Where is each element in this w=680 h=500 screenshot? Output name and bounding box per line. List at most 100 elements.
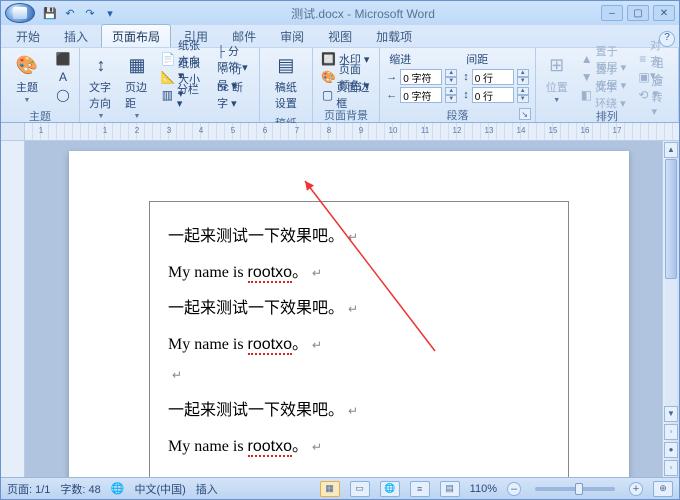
scroll-track[interactable]	[665, 159, 677, 405]
horizontal-ruler[interactable]: 11234567891011121314151617	[1, 123, 679, 141]
zoom-level[interactable]: 110%	[470, 483, 497, 495]
qat-more-icon[interactable]: ▾	[101, 4, 119, 22]
group-paragraph: 缩进 →▲▼ ←▲▼ 间距 ↕▲▼ ↕▲▼ 段落↘	[380, 48, 536, 122]
view-web-button[interactable]: 🌐	[380, 481, 400, 497]
status-lang[interactable]: 中文(中国)	[134, 481, 185, 497]
paper-icon: ▤	[274, 53, 298, 77]
ruler-corner[interactable]	[1, 123, 25, 140]
statusbar: 页面: 1/1 字数: 48 🌐 中文(中国) 插入 ▦ ▭ 🌐 ≡ ▤ 110…	[1, 477, 679, 499]
prev-page-button[interactable]: ◦	[664, 424, 678, 440]
status-page[interactable]: 页面: 1/1	[7, 481, 50, 497]
status-mode[interactable]: 插入	[196, 481, 218, 497]
margins-icon: ▦	[125, 53, 149, 77]
browse-object-button[interactable]: ●	[664, 442, 678, 458]
next-page-button[interactable]: ◦	[664, 460, 678, 476]
tab-insert[interactable]: 插入	[53, 24, 99, 47]
page-border-button[interactable]: ▢页面边框	[319, 86, 373, 104]
ruler-scale: 11234567891011121314151617	[25, 123, 679, 140]
scroll-thumb[interactable]	[665, 159, 677, 279]
theme-fonts-button[interactable]: A	[53, 68, 73, 86]
columns-button[interactable]: ▥分栏 ▾	[158, 86, 208, 104]
text-direction-icon: ↕	[89, 53, 113, 77]
rotate-button: ⟲旋转 ▾	[635, 86, 672, 104]
size-icon: 📐	[161, 70, 175, 84]
indent-left-spin[interactable]: →▲▼	[386, 68, 457, 86]
position-button: ⊞ 位置▼	[542, 50, 572, 107]
maximize-button[interactable]: ▢	[627, 5, 649, 21]
tab-home[interactable]: 开始	[5, 24, 51, 47]
tab-review[interactable]: 审阅	[269, 24, 315, 47]
status-lang-icon[interactable]: 🌐	[111, 482, 125, 495]
margins-button[interactable]: ▦ 页边距▼	[122, 50, 152, 123]
ribbon-tabs: 开始 插入 页面布局 引用 邮件 审阅 视图 加载项 ?	[1, 25, 679, 47]
spacing-header: 间距	[463, 50, 529, 68]
titlebar: 💾 ↶ ↷ ▾ 测试.docx - Microsoft Word – ▢ ✕	[1, 1, 679, 25]
tab-page-layout[interactable]: 页面布局	[101, 24, 171, 47]
minimize-button[interactable]: –	[601, 5, 623, 21]
doc-line[interactable]: My name is rootxo。↵	[168, 330, 550, 354]
indent-header: 缩进	[386, 50, 457, 68]
space-after-input[interactable]	[472, 87, 514, 103]
group-label: 主题	[7, 107, 73, 121]
vertical-scrollbar[interactable]: ▲ ▼ ◦ ● ◦	[662, 141, 679, 477]
columns-icon: ▥	[161, 88, 174, 102]
group-arrange: ⊞ 位置▼ ▲置于顶层 ▾ ▼置于底层 ▾ ◧文字环绕 ▾ ≡对齐 ▾ ▣组合 …	[536, 48, 679, 122]
themes-label: 主题	[16, 79, 38, 95]
group-themes: 🎨 主题 ▼ ⬛ A ◯ 主题	[1, 48, 80, 122]
space-before-input[interactable]	[472, 69, 514, 85]
zoom-out-button[interactable]: –	[507, 482, 521, 496]
undo-icon[interactable]: ↶	[61, 4, 79, 22]
doc-line[interactable]: 一起来测试一下效果吧。↵	[168, 396, 550, 420]
page[interactable]: 一起来测试一下效果吧。↵ My name is rootxo。↵ 一起来测试一下效果…	[69, 151, 629, 477]
vertical-ruler[interactable]	[1, 141, 25, 477]
zoom-fit-button[interactable]: ⊕	[653, 481, 673, 497]
doc-line[interactable]: ↵	[168, 366, 550, 384]
watermark-icon: 🔲	[322, 52, 336, 66]
space-after-spin[interactable]: ↕▲▼	[463, 86, 529, 104]
doc-line[interactable]: My name is rootxo。↵	[168, 258, 550, 282]
office-button[interactable]	[5, 3, 35, 23]
group-page-setup: ↕ 文字方向▼ ▦ 页边距▼ 📄纸张方向 ▾ 📐纸张大小 ▾ ▥分栏 ▾ ├ 分…	[80, 48, 260, 122]
page-color-icon: 🎨	[322, 70, 336, 84]
space-before-spin[interactable]: ↕▲▼	[463, 68, 529, 86]
indent-left-input[interactable]	[400, 69, 442, 85]
tab-addins[interactable]: 加载项	[365, 24, 423, 47]
indent-right-spin[interactable]: ←▲▼	[386, 86, 457, 104]
doc-line[interactable]: 一起来测试一下效果吧。↵	[168, 222, 550, 246]
paper-settings-button[interactable]: ▤ 稿纸 设置	[266, 50, 306, 114]
group-paper: ▤ 稿纸 设置 稿纸	[260, 48, 313, 122]
doc-line[interactable]: My name is rootxo。↵	[168, 432, 550, 456]
view-print-layout-button[interactable]: ▦	[320, 481, 340, 497]
zoom-in-button[interactable]: +	[629, 482, 643, 496]
doc-line[interactable]: 一起来测试一下效果吧。↵	[168, 294, 550, 318]
tab-view[interactable]: 视图	[317, 24, 363, 47]
document-viewport[interactable]: 一起来测试一下效果吧。↵ My name is rootxo。↵ 一起来测试一下效果…	[25, 141, 662, 477]
ribbon: 开始 插入 页面布局 引用 邮件 审阅 视图 加载项 ? 🎨 主题 ▼ ⬛	[1, 25, 679, 123]
quick-access-toolbar: 💾 ↶ ↷ ▾	[41, 4, 119, 22]
page-body[interactable]: 一起来测试一下效果吧。↵ My name is rootxo。↵ 一起来测试一下效果…	[149, 201, 569, 477]
hyphenation-button[interactable]: bє 断字 ▾	[214, 86, 253, 104]
text-direction-button[interactable]: ↕ 文字方向▼	[86, 50, 116, 123]
scroll-up-button[interactable]: ▲	[664, 142, 678, 158]
indent-right-input[interactable]	[400, 87, 442, 103]
window-title: 测试.docx - Microsoft Word	[125, 5, 601, 22]
position-icon: ⊞	[545, 53, 569, 77]
themes-button[interactable]: 🎨 主题 ▼	[7, 50, 47, 107]
chevron-down-icon: ▼	[24, 97, 31, 104]
paragraph-launcher[interactable]: ↘	[519, 108, 531, 120]
page-border-icon: ▢	[322, 88, 333, 102]
theme-colors-button[interactable]: ⬛	[53, 50, 73, 68]
zoom-slider[interactable]	[535, 487, 615, 491]
theme-effects-button[interactable]: ◯	[53, 86, 73, 104]
status-words[interactable]: 字数: 48	[60, 481, 100, 497]
view-outline-button[interactable]: ≡	[410, 481, 430, 497]
themes-icon: 🎨	[15, 53, 39, 77]
view-fullscreen-button[interactable]: ▭	[350, 481, 370, 497]
close-button[interactable]: ✕	[653, 5, 675, 21]
zoom-knob[interactable]	[575, 483, 583, 495]
save-icon[interactable]: 💾	[41, 4, 59, 22]
scroll-down-button[interactable]: ▼	[664, 406, 678, 422]
view-draft-button[interactable]: ▤	[440, 481, 460, 497]
orientation-icon: 📄	[161, 52, 175, 66]
redo-icon[interactable]: ↷	[81, 4, 99, 22]
